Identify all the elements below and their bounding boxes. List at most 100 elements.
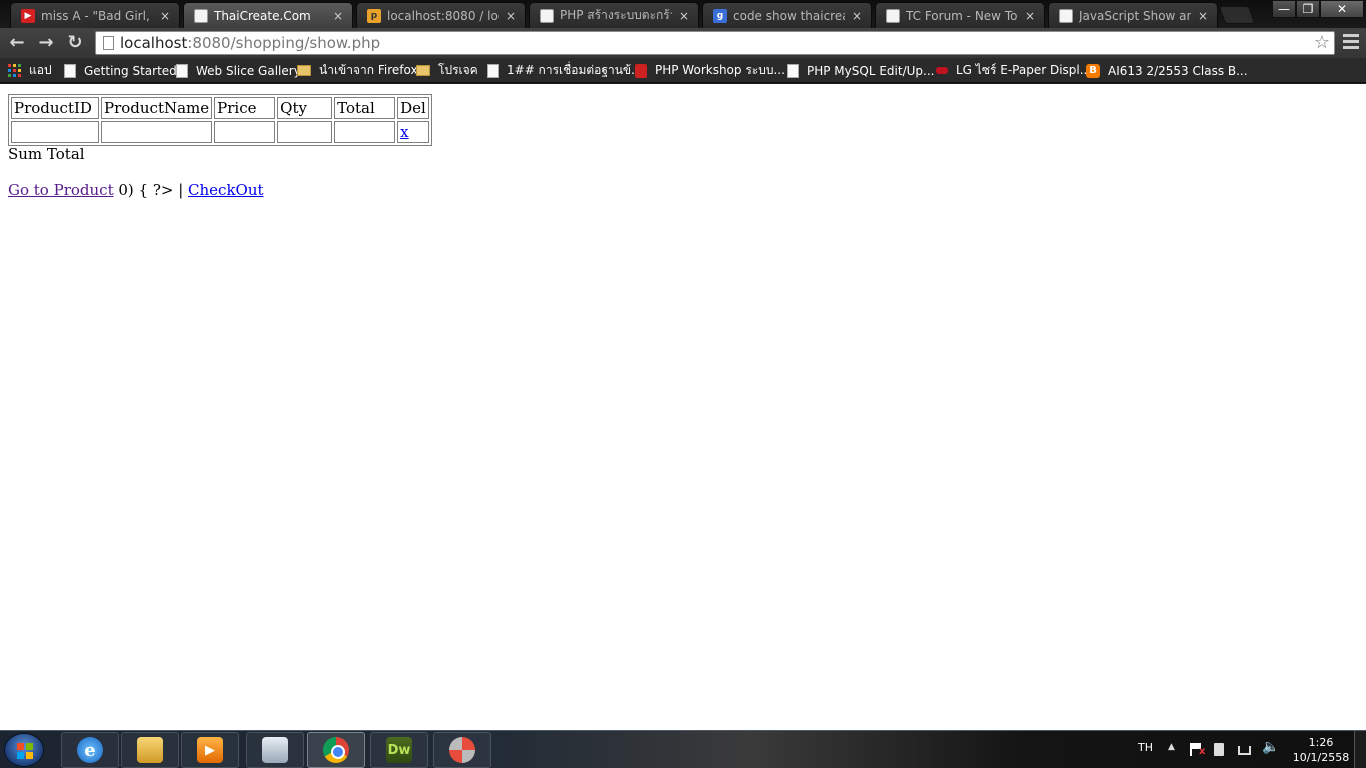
- bookmark-ai613-class[interactable]: B AI613 2/2553 Class B...: [1086, 62, 1248, 79]
- taskbar-app-box[interactable]: [246, 732, 304, 768]
- power-icon[interactable]: [1214, 743, 1224, 756]
- taskbar-dreamweaver[interactable]: Dw: [370, 732, 428, 768]
- tab-title: code show thaicreate -: [733, 8, 845, 23]
- tab-title: TC Forum - New Topi: [906, 8, 1018, 23]
- bookmark-web-slice-gallery[interactable]: Web Slice Gallery: [176, 62, 301, 79]
- checkout-link[interactable]: CheckOut: [188, 181, 264, 199]
- taskbar: e ▶ Dw TH ▲ x 🔈 1:26 10/1/2558: [0, 730, 1366, 768]
- forward-button[interactable]: →: [35, 32, 57, 54]
- new-tab-button[interactable]: [1218, 6, 1256, 24]
- bookmark-label: AI613 2/2553 Class B...: [1108, 63, 1248, 78]
- close-icon[interactable]: ×: [1197, 9, 1209, 23]
- close-icon[interactable]: ×: [1024, 9, 1036, 23]
- taskbar-media-player[interactable]: ▶: [181, 732, 239, 768]
- close-icon[interactable]: ×: [851, 9, 863, 23]
- tab-google-search[interactable]: g code show thaicreate - ×: [702, 2, 872, 28]
- tab-title: PHP สร้างระบบตะกร้าสิ: [560, 8, 672, 22]
- tab-title: miss A - "Bad Girl, Goo: [41, 8, 153, 23]
- clock-time: 1:26: [1308, 736, 1334, 749]
- page-icon: [540, 8, 554, 23]
- show-hidden-icons-icon[interactable]: ▲: [1168, 742, 1175, 752]
- header-product-id: ProductID: [11, 97, 99, 119]
- close-icon[interactable]: ×: [678, 9, 690, 23]
- cell-product-id: [11, 121, 99, 143]
- page-icon: [64, 63, 76, 78]
- bookmarks-bar: แอป Getting Started Web Slice Gallery นำ…: [0, 58, 1366, 83]
- internet-explorer-icon: e: [77, 737, 103, 763]
- stray-code-text: 0) { ?> |: [113, 181, 189, 199]
- bookmark-php-workshop[interactable]: PHP Workshop ระบบ...: [635, 62, 785, 79]
- taskbar-app-wheel[interactable]: [433, 732, 491, 768]
- address-bar[interactable]: localhost:8080/shopping/show.php ☆: [95, 31, 1335, 55]
- back-button[interactable]: ←: [6, 32, 28, 54]
- tab-youtube[interactable]: ▶ miss A - "Bad Girl, Goo ×: [10, 2, 180, 28]
- taskbar-chrome[interactable]: [307, 732, 365, 768]
- header-qty: Qty: [277, 97, 333, 119]
- bookmark-db-connect[interactable]: 1## การเชื่อมต่อฐานข้...: [487, 62, 643, 79]
- page-icon: [176, 63, 188, 78]
- bookmark-star-icon[interactable]: ☆: [1314, 32, 1330, 54]
- taskbar-windows-explorer[interactable]: [121, 732, 179, 768]
- cell-price: [214, 121, 276, 143]
- tab-php-cart[interactable]: PHP สร้างระบบตะกร้าสิ ×: [529, 2, 699, 28]
- language-indicator[interactable]: TH: [1138, 741, 1153, 754]
- taskbar-internet-explorer[interactable]: e: [61, 732, 119, 768]
- close-icon[interactable]: ×: [505, 9, 517, 23]
- cell-total: [334, 121, 396, 143]
- bookmark-apps[interactable]: แอป: [8, 62, 52, 79]
- bookmark-label: โปรเจค: [438, 63, 478, 77]
- folder-icon: [416, 65, 430, 76]
- table-row: x: [11, 121, 429, 143]
- clock-date: 10/1/2558: [1292, 751, 1350, 764]
- media-player-icon: ▶: [197, 737, 223, 763]
- clock[interactable]: 1:26 10/1/2558: [1290, 735, 1352, 765]
- bookmark-project[interactable]: โปรเจค: [416, 62, 478, 79]
- minimize-button[interactable]: —: [1272, 0, 1296, 18]
- folder-icon: [297, 65, 311, 76]
- sum-total-label: Sum Total: [8, 145, 85, 163]
- bookmark-import-firefox[interactable]: นำเข้าจาก Firefox: [297, 62, 418, 79]
- tab-title: localhost:8080 / localh: [387, 8, 499, 23]
- page-content: ProductID ProductName Price Qty Total De…: [0, 84, 1366, 730]
- tab-thaicreate[interactable]: ThaiCreate.Com ×: [183, 2, 353, 28]
- lg-icon: [936, 67, 948, 74]
- bookmark-getting-started[interactable]: Getting Started: [64, 62, 177, 79]
- close-window-button[interactable]: ✕: [1320, 0, 1364, 18]
- header-product-name: ProductName: [101, 97, 213, 119]
- tab-javascript[interactable]: JavaScript Show and H ×: [1048, 2, 1218, 28]
- page-icon: [194, 8, 208, 23]
- show-desktop-button[interactable]: [1354, 731, 1366, 768]
- folder-icon: [137, 737, 163, 763]
- phpmyadmin-icon: p: [367, 8, 381, 23]
- page-icon: [487, 63, 499, 78]
- action-center-alert: x: [1199, 746, 1206, 757]
- go-to-product-link[interactable]: Go to Product: [8, 181, 114, 199]
- delete-link[interactable]: x: [400, 123, 408, 141]
- bookmark-lg-epaper[interactable]: LG ไซร์ E-Paper Displ...: [936, 62, 1091, 79]
- youtube-icon: ▶: [21, 8, 35, 23]
- start-button[interactable]: [4, 733, 44, 767]
- volume-icon[interactable]: 🔈: [1262, 739, 1279, 755]
- page-icon: [103, 36, 114, 50]
- bookmark-label: 1## การเชื่อมต่อฐานข้...: [507, 63, 643, 77]
- maximize-button[interactable]: ❐: [1296, 0, 1320, 18]
- header-total: Total: [334, 97, 396, 119]
- page-icon: [787, 63, 799, 78]
- bookmark-label: PHP Workshop ระบบ...: [655, 63, 785, 77]
- tab-phpmyadmin[interactable]: p localhost:8080 / localh ×: [356, 2, 526, 28]
- network-icon[interactable]: [1238, 746, 1251, 755]
- page-icon: [1059, 8, 1073, 23]
- cell-qty: [277, 121, 333, 143]
- tab-tc-forum[interactable]: TC Forum - New Topi ×: [875, 2, 1045, 28]
- windows-logo-icon: [17, 743, 33, 759]
- address-host: localhost: [120, 34, 188, 52]
- close-icon[interactable]: ×: [159, 9, 171, 23]
- menu-icon[interactable]: [1343, 34, 1359, 52]
- dreamweaver-icon: Dw: [386, 737, 412, 763]
- bookmark-label: แอป: [29, 63, 52, 77]
- bookmark-php-mysql-edit[interactable]: PHP MySQL Edit/Up...: [787, 62, 934, 79]
- reload-button[interactable]: ↻: [64, 32, 86, 54]
- bookmark-label: Getting Started: [84, 63, 177, 78]
- cell-product-name: [101, 121, 213, 143]
- close-icon[interactable]: ×: [332, 9, 344, 23]
